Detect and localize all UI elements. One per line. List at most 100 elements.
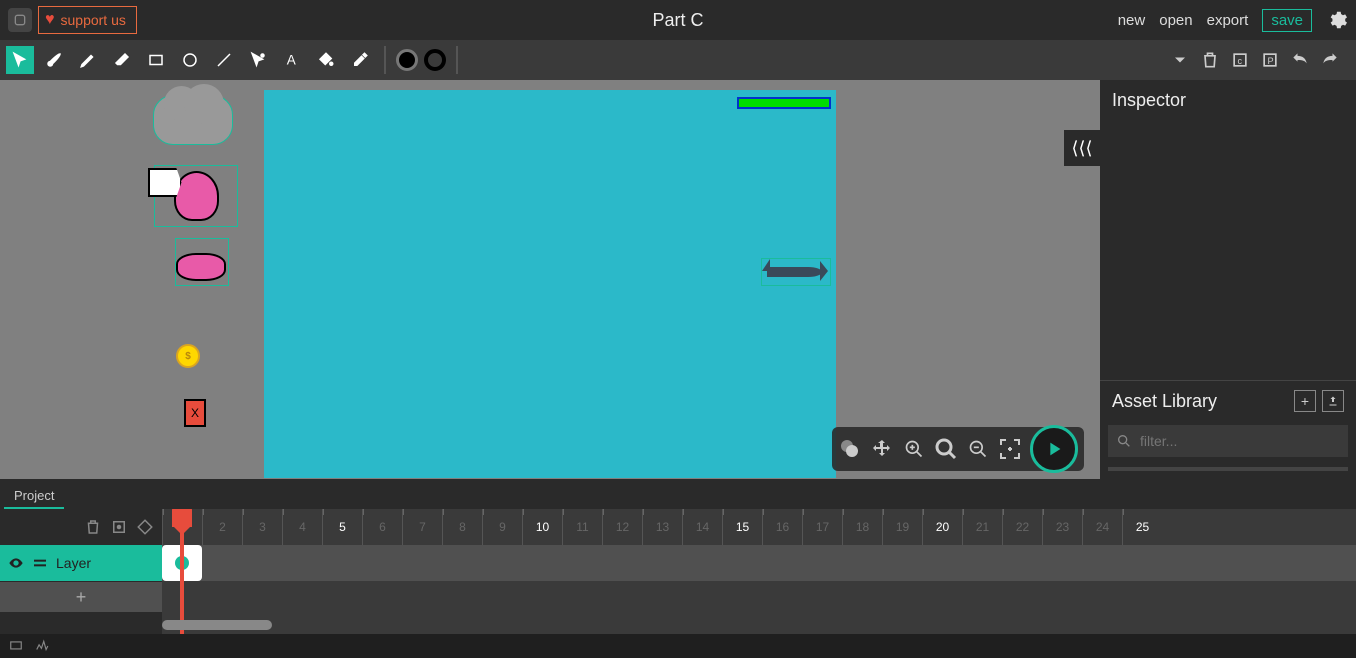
main-area: $ X ⟨⟨⟨ Inspector Asset Library + — [0, 80, 1356, 479]
coin-object[interactable]: $ — [176, 344, 200, 368]
brush-tool[interactable] — [40, 46, 68, 74]
app-logo[interactable] — [8, 8, 32, 32]
gas-can-object[interactable]: X — [184, 399, 206, 427]
inspector-title: Inspector — [1112, 90, 1186, 111]
onion-skin-icon[interactable] — [838, 437, 862, 461]
visibility-eye-icon[interactable] — [8, 555, 24, 571]
pig-bank-object[interactable] — [175, 238, 229, 286]
fill-bucket-tool[interactable] — [312, 46, 340, 74]
ruler-tick[interactable]: 17 — [802, 509, 842, 545]
ruler-tick[interactable]: 8 — [442, 509, 482, 545]
timeline-panel: Project Layer + 123456789101112131415161… — [0, 479, 1356, 658]
ruler-tick[interactable]: 5 — [322, 509, 362, 545]
redo-icon[interactable] — [1320, 50, 1340, 70]
dropdown-caret-icon[interactable] — [1170, 50, 1190, 70]
support-us-button[interactable]: ♥ support us — [38, 6, 137, 34]
ruler-tick[interactable]: 11 — [562, 509, 602, 545]
cloud-object[interactable] — [153, 95, 233, 145]
ruler-tick[interactable]: 14 — [682, 509, 722, 545]
heart-icon: ♥ — [45, 11, 55, 29]
toolbar-right: c P — [1170, 50, 1350, 70]
playhead-handle[interactable] — [172, 509, 192, 527]
ruler-tick[interactable]: 23 — [1042, 509, 1082, 545]
zoom-in-icon[interactable] — [902, 437, 926, 461]
timeline-track[interactable] — [162, 545, 1356, 581]
play-button[interactable] — [1030, 425, 1078, 473]
ruler-tick[interactable]: 3 — [242, 509, 282, 545]
health-bar-object[interactable] — [737, 97, 831, 109]
ruler-tick[interactable]: 16 — [762, 509, 802, 545]
ruler-tick[interactable]: 12 — [602, 509, 642, 545]
zoom-icon[interactable] — [934, 437, 958, 461]
fill-color-swatch[interactable] — [396, 49, 418, 71]
keyframe-icon[interactable] — [136, 518, 154, 536]
ruler-tick[interactable]: 15 — [722, 509, 762, 545]
layer-list-toolbar — [0, 509, 162, 545]
project-title[interactable]: Part C — [652, 10, 703, 31]
pan-icon[interactable] — [870, 437, 894, 461]
ruler-tick[interactable]: 21 — [962, 509, 1002, 545]
asset-filter-input[interactable] — [1140, 433, 1340, 449]
add-layer-button[interactable]: + — [0, 582, 162, 612]
ruler-tick[interactable]: 13 — [642, 509, 682, 545]
collapse-panel-handle[interactable]: ⟨⟨⟨ — [1064, 130, 1100, 166]
timeline-tracks[interactable]: 1234567891011121314151617181920212223242… — [162, 509, 1356, 634]
layer-name[interactable]: Layer — [56, 555, 91, 571]
support-label: support us — [61, 12, 126, 28]
line-tool[interactable] — [210, 46, 238, 74]
rectangle-tool[interactable] — [142, 46, 170, 74]
eraser-tool[interactable] — [108, 46, 136, 74]
undo-icon[interactable] — [1290, 50, 1310, 70]
asset-library-title: Asset Library — [1112, 391, 1217, 412]
add-asset-button[interactable]: + — [1294, 390, 1316, 412]
asset-library-content[interactable] — [1108, 467, 1348, 471]
new-link[interactable]: new — [1118, 12, 1146, 29]
ruler-tick[interactable]: 20 — [922, 509, 962, 545]
path-cursor-tool[interactable] — [244, 46, 272, 74]
ruler-tick[interactable]: 4 — [282, 509, 322, 545]
ruler-tick[interactable]: 22 — [1002, 509, 1042, 545]
ruler-tick[interactable]: 9 — [482, 509, 522, 545]
pig-character-object[interactable] — [154, 165, 238, 227]
ruler-tick[interactable]: 6 — [362, 509, 402, 545]
export-link[interactable]: export — [1207, 12, 1249, 29]
timeline-layer-list: Layer + — [0, 509, 162, 634]
waveform-icon[interactable] — [34, 639, 50, 653]
stage[interactable] — [264, 90, 836, 478]
upload-asset-button[interactable] — [1322, 390, 1344, 412]
asset-filter-box[interactable] — [1108, 425, 1348, 457]
delete-layer-icon[interactable] — [84, 518, 102, 536]
stroke-color-swatch[interactable] — [424, 49, 446, 71]
display-mode-icon[interactable] — [8, 639, 24, 653]
ruler-tick[interactable]: 19 — [882, 509, 922, 545]
eyedropper-tool[interactable] — [346, 46, 374, 74]
ruler-tick[interactable]: 2 — [202, 509, 242, 545]
ruler-tick[interactable]: 18 — [842, 509, 882, 545]
svg-text:A: A — [287, 53, 296, 68]
canvas-area[interactable]: $ X ⟨⟨⟨ — [0, 80, 1100, 479]
project-tab[interactable]: Project — [4, 484, 64, 509]
ruler-tick[interactable]: 25 — [1122, 509, 1162, 545]
tween-icon[interactable] — [110, 518, 128, 536]
settings-gear-icon[interactable] — [1326, 9, 1348, 31]
copy-icon[interactable]: c — [1230, 50, 1250, 70]
timeline-scrollbar[interactable] — [162, 620, 1356, 630]
save-button[interactable]: save — [1262, 9, 1312, 32]
ellipse-tool[interactable] — [176, 46, 204, 74]
open-link[interactable]: open — [1159, 12, 1192, 29]
cursor-tool[interactable] — [6, 46, 34, 74]
timeline-scroll-thumb[interactable] — [162, 620, 272, 630]
ruler-tick[interactable]: 10 — [522, 509, 562, 545]
paste-icon[interactable]: P — [1260, 50, 1280, 70]
timeline-ruler[interactable]: 1234567891011121314151617181920212223242… — [162, 509, 1356, 545]
recenter-icon[interactable] — [998, 437, 1022, 461]
zoom-out-icon[interactable] — [966, 437, 990, 461]
airplane-object[interactable] — [761, 258, 831, 286]
ruler-tick[interactable]: 7 — [402, 509, 442, 545]
ruler-tick[interactable]: 24 — [1082, 509, 1122, 545]
playhead[interactable] — [180, 509, 184, 634]
layer-row[interactable]: Layer — [0, 545, 162, 581]
trash-icon[interactable] — [1200, 50, 1220, 70]
text-tool[interactable]: A — [278, 46, 306, 74]
pencil-tool[interactable] — [74, 46, 102, 74]
